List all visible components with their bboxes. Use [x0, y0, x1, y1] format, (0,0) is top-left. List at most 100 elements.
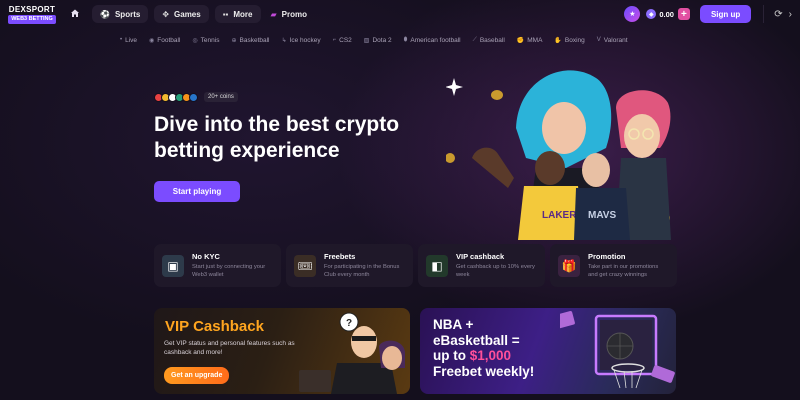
nav-more-label: More: [233, 9, 253, 19]
live-dot-icon: •: [120, 37, 123, 43]
sport-tennis[interactable]: ◎ Tennis: [192, 37, 219, 44]
hero-athletes-illustration: LAKERS MAVS: [446, 70, 671, 240]
feature-desc: Take part in our promotions and get craz…: [588, 264, 659, 278]
promo-title: NBA + eBasketball = up to $1,000 Freebet…: [433, 317, 573, 379]
sport-label: Baseball: [479, 36, 505, 44]
feature-text: Freebets For participating in the Bonus …: [324, 252, 405, 279]
sport-label: Dota 2: [372, 36, 392, 44]
signup-button[interactable]: Sign up: [699, 5, 752, 23]
soccer-ball-icon: ⚽: [100, 9, 110, 19]
sport-label: Valorant: [603, 36, 628, 44]
feature-text: VIP cashback Get cashback up to 10% ever…: [456, 252, 537, 279]
account-area: ★ ◆ 0.00 + Sign up ⟳ ›: [624, 5, 792, 23]
sport-boxing[interactable]: ✋ Boxing: [554, 37, 584, 44]
sport-label: Basketball: [239, 36, 270, 44]
feature-desc: For participating in the Bonus Club ever…: [324, 264, 400, 278]
rewards-avatar-icon[interactable]: ★: [624, 6, 641, 22]
promo-title: VIP Cashback: [165, 318, 264, 335]
feature-desc: Start just by connecting your Web3 walle…: [192, 264, 266, 278]
coins-badge: 20+ coins: [204, 92, 238, 102]
sport-dota2[interactable]: ▧ Dota 2: [364, 37, 392, 44]
sports-nav: • Live ◉ Football ◎ Tennis ⊕ Basketball ↳ Ice…: [120, 33, 640, 47]
sport-label: Ice hockey: [289, 36, 321, 44]
promo-vip-cashback[interactable]: VIP Cashback Get VIP status and personal…: [154, 308, 410, 394]
get-upgrade-button[interactable]: Get an upgrade: [164, 367, 230, 384]
home-button[interactable]: [64, 5, 86, 23]
divider: [763, 5, 765, 23]
sport-label: American football: [410, 36, 461, 44]
balance-value: 0.00: [659, 9, 674, 19]
nav-sports-label: Sports: [114, 9, 141, 19]
ticket-icon: 🎟: [294, 254, 316, 277]
balance-display[interactable]: ◆ 0.00: [646, 5, 674, 23]
svg-text:?: ?: [346, 318, 352, 329]
sport-label: Football: [157, 36, 181, 44]
feature-title: No KYC: [192, 252, 220, 261]
hero-section: 20+ coins Dive into the best crypto bett…: [154, 91, 454, 202]
cs2-icon: ⌐: [332, 37, 337, 43]
promo-line: NBA +: [433, 317, 474, 332]
sparkle-icon: [446, 78, 463, 96]
promo-line: up to $1,000: [433, 348, 573, 364]
nav-promo[interactable]: ▰ Promo: [267, 5, 312, 23]
sport-label: CS2: [339, 36, 352, 44]
promo-line: eBasketball =: [433, 332, 520, 348]
hockey-stick-icon: ↳: [281, 37, 287, 44]
sport-baseball[interactable]: ⟋ Baseball: [473, 37, 505, 44]
vip-characters-illustration: ?: [299, 312, 405, 394]
feature-card-promotion: 🎁 Promotion Take part in our promotions …: [550, 244, 677, 287]
boxing-glove-icon: ✋: [554, 37, 562, 44]
promo-line: Freebet weekly!: [433, 363, 535, 379]
feature-cards: ▣ No KYC Start just by connecting your W…: [154, 244, 677, 287]
logo-tagline: WEB3 BETTING: [8, 14, 56, 24]
coin-icon: [189, 92, 198, 102]
feature-desc: Get cashback up to 10% every week: [456, 264, 535, 278]
anime-face: [542, 102, 586, 154]
svg-text:MAVS: MAVS: [588, 210, 616, 221]
nav-promo-label: Promo: [281, 9, 307, 19]
feature-card-no-kyc: ▣ No KYC Start just by connecting your W…: [154, 244, 281, 287]
start-playing-button[interactable]: Start playing: [154, 181, 240, 202]
american-football-icon: ⬮: [403, 36, 408, 43]
mma-glove-icon: ✊: [516, 37, 525, 44]
sport-label: Tennis: [200, 36, 220, 44]
sport-football[interactable]: ◉ Football: [149, 37, 180, 44]
nav-games[interactable]: ✥ Games: [154, 5, 209, 23]
feature-card-freebets: 🎟 Freebets For participating in the Bonu…: [286, 244, 413, 287]
settings-icon[interactable]: ⟳: [774, 9, 782, 20]
feature-title: Promotion: [588, 252, 626, 261]
basketball-hoop-illustration: [560, 311, 675, 389]
valorant-icon: V: [596, 37, 601, 43]
promo-text: up to: [433, 348, 470, 363]
promo-amount: $1,000: [469, 348, 512, 363]
dota-icon: ▧: [363, 37, 370, 44]
sport-label: Boxing: [564, 36, 585, 44]
sport-mma[interactable]: ✊ MMA: [517, 37, 543, 44]
promo-nba-freebet[interactable]: NBA + eBasketball = up to $1,000 Freebet…: [420, 308, 676, 394]
wallet-icon: ▣: [162, 254, 184, 277]
feature-text: No KYC Start just by connecting your Web…: [192, 252, 273, 279]
sport-ice-hockey[interactable]: ↳ Ice hockey: [282, 37, 321, 44]
sport-live[interactable]: • Live: [120, 37, 137, 44]
nav-more[interactable]: ▪▪ More: [214, 5, 261, 23]
gold-coin: [491, 90, 503, 100]
sport-american-football[interactable]: ⬮ American football: [404, 37, 461, 44]
cashback-icon: ◧: [426, 254, 448, 277]
player-face: [535, 151, 565, 185]
baseball-icon: ⟋: [472, 36, 477, 43]
logo[interactable]: DEXSPORT WEB3 BETTING: [8, 5, 56, 24]
top-bar: DEXSPORT WEB3 BETTING ⚽ Sports ✥ Games ▪…: [0, 0, 800, 28]
sport-basketball[interactable]: ⊕ Basketball: [231, 37, 269, 44]
home-icon: [70, 8, 80, 21]
nav-sports[interactable]: ⚽ Sports: [92, 5, 149, 23]
coin-icon: ◆: [646, 9, 657, 19]
gold-coin: [446, 153, 455, 163]
sport-valorant[interactable]: V Valorant: [597, 37, 628, 44]
feature-title: VIP cashback: [456, 252, 505, 261]
chevron-right-icon[interactable]: ›: [789, 9, 792, 20]
deposit-button[interactable]: +: [677, 8, 690, 20]
grid-icon: ▪▪: [222, 9, 229, 19]
sport-cs2[interactable]: ⌐ CS2: [333, 37, 352, 44]
feature-card-vip-cashback: ◧ VIP cashback Get cashback up to 10% ev…: [418, 244, 545, 287]
nav-games-label: Games: [174, 9, 201, 19]
